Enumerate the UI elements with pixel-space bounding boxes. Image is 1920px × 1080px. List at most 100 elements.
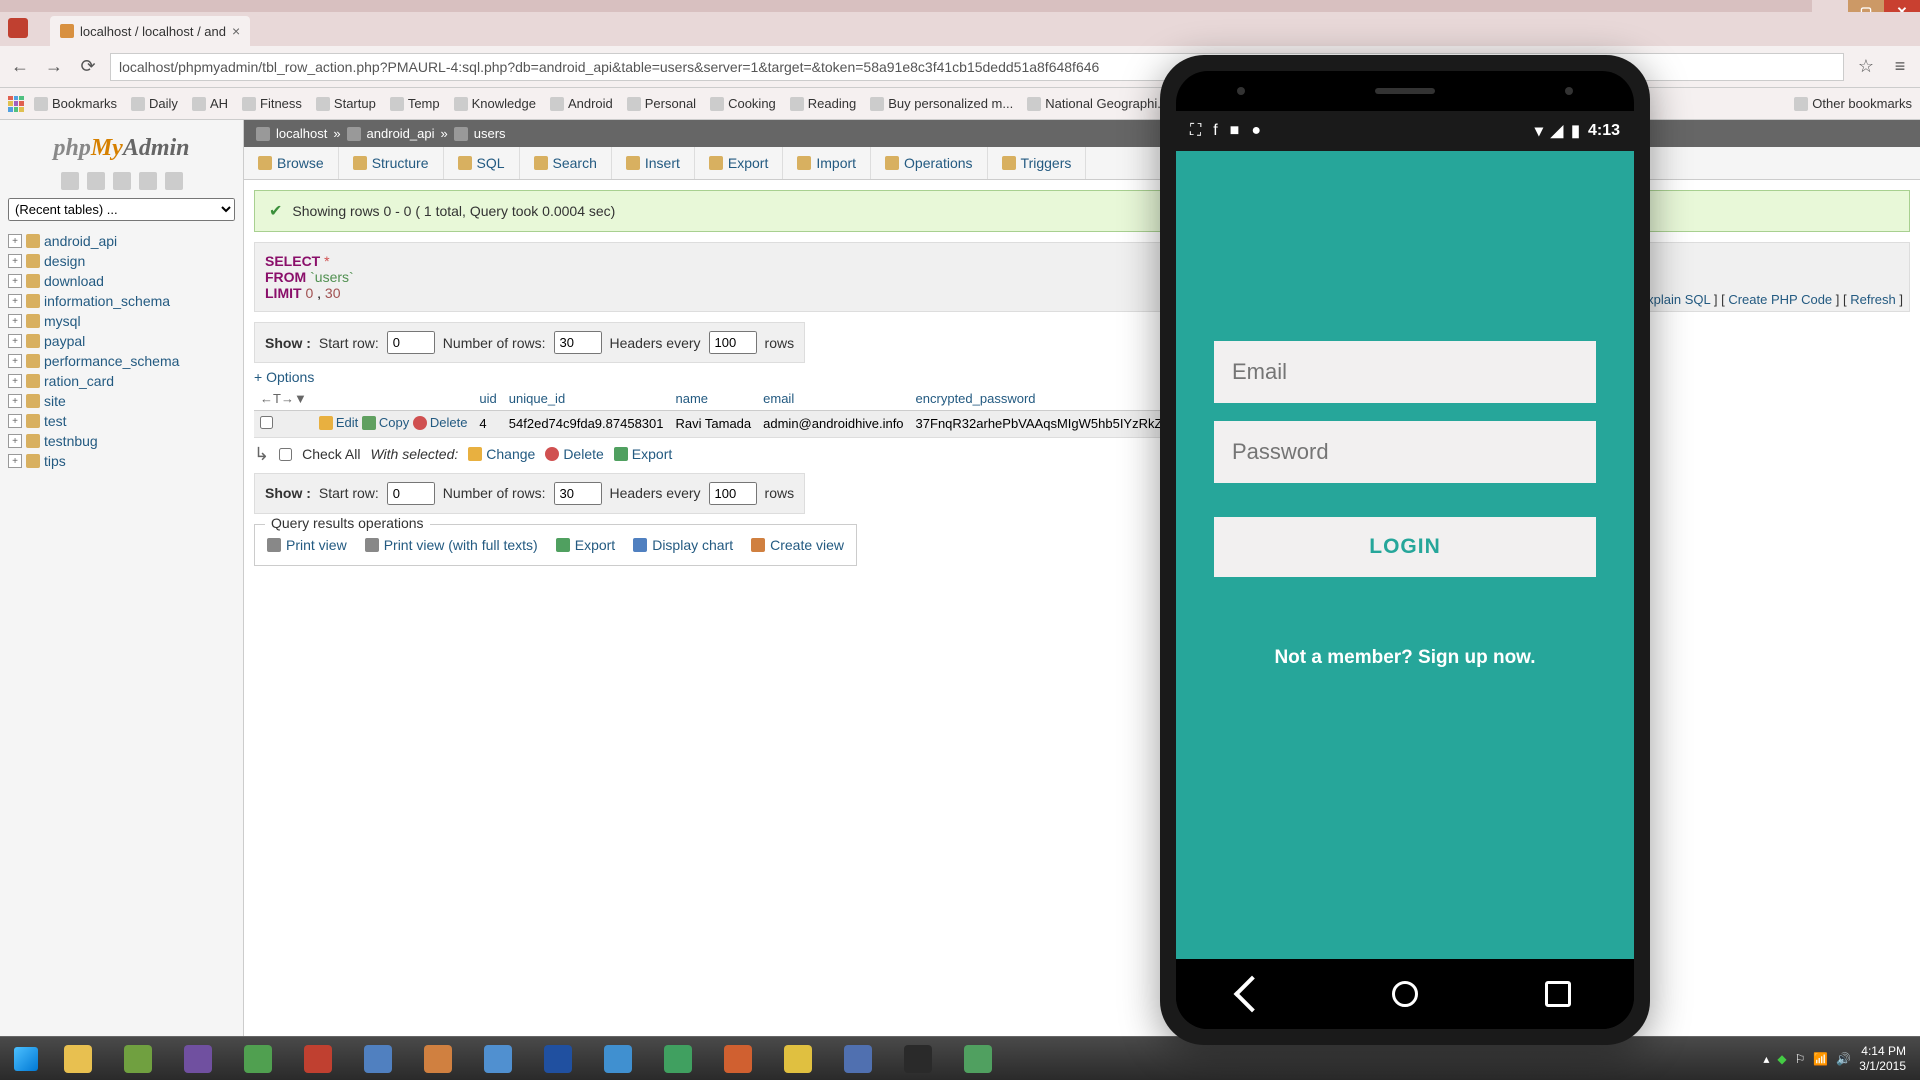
expand-icon[interactable]: + xyxy=(8,354,22,368)
column-header[interactable]: name xyxy=(670,387,758,411)
bookmark-item[interactable]: Startup xyxy=(316,96,376,111)
bookmark-item[interactable]: Personal xyxy=(627,96,696,111)
expand-icon[interactable]: + xyxy=(8,254,22,268)
bookmark-item[interactable]: Android xyxy=(550,96,613,111)
db-tree-item[interactable]: +site xyxy=(8,391,235,411)
start-row-input[interactable] xyxy=(387,331,435,354)
bookmark-item[interactable]: Daily xyxy=(131,96,178,111)
taskbar-app[interactable] xyxy=(469,1040,527,1078)
tab-operations[interactable]: Operations xyxy=(871,147,987,179)
headers-every-input-2[interactable] xyxy=(709,482,757,505)
bookmark-item[interactable]: Knowledge xyxy=(454,96,536,111)
start-button[interactable] xyxy=(4,1041,48,1077)
expand-icon[interactable]: + xyxy=(8,334,22,348)
taskbar-clock[interactable]: 4:14 PM 3/1/2015 xyxy=(1859,1044,1906,1073)
tray-volume-icon[interactable]: 🔊 xyxy=(1836,1052,1851,1066)
start-row-input-2[interactable] xyxy=(387,482,435,505)
expand-icon[interactable]: + xyxy=(8,294,22,308)
taskbar-app[interactable] xyxy=(349,1040,407,1078)
star-icon[interactable]: ☆ xyxy=(1854,55,1878,79)
taskbar-app[interactable] xyxy=(769,1040,827,1078)
browser-tab[interactable]: localhost / localhost / and × xyxy=(50,16,250,46)
taskbar-app[interactable] xyxy=(49,1040,107,1078)
expand-icon[interactable]: + xyxy=(8,234,22,248)
signup-link[interactable]: Not a member? Sign up now. xyxy=(1274,647,1535,669)
taskbar-app[interactable] xyxy=(949,1040,1007,1078)
db-tree-item[interactable]: +information_schema xyxy=(8,291,235,311)
expand-icon[interactable]: + xyxy=(8,414,22,428)
column-header[interactable]: uid xyxy=(473,387,502,411)
db-tree-item[interactable]: +mysql xyxy=(8,311,235,331)
back-button[interactable]: ← xyxy=(8,55,32,79)
taskbar-app[interactable] xyxy=(529,1040,587,1078)
db-tree-item[interactable]: +test xyxy=(8,411,235,431)
num-rows-input[interactable] xyxy=(554,331,602,354)
print-full-link[interactable]: Print view (with full texts) xyxy=(365,537,538,553)
taskbar-app[interactable] xyxy=(409,1040,467,1078)
check-all-checkbox[interactable] xyxy=(279,448,292,461)
db-tree-item[interactable]: +ration_card xyxy=(8,371,235,391)
tab-structure[interactable]: Structure xyxy=(339,147,444,179)
bookmark-item[interactable]: AH xyxy=(192,96,228,111)
db-tree-item[interactable]: +testnbug xyxy=(8,431,235,451)
db-tree-item[interactable]: +performance_schema xyxy=(8,351,235,371)
breadcrumb-db[interactable]: android_api xyxy=(367,126,435,141)
chrome-menu-icon[interactable] xyxy=(8,18,28,38)
tab-insert[interactable]: Insert xyxy=(612,147,695,179)
expand-icon[interactable]: + xyxy=(8,454,22,468)
expand-icon[interactable]: + xyxy=(8,374,22,388)
reload-button[interactable]: ⟳ xyxy=(76,55,100,79)
print-view-link[interactable]: Print view xyxy=(267,537,347,553)
row-checkbox[interactable] xyxy=(260,416,273,429)
num-rows-input-2[interactable] xyxy=(554,482,602,505)
home-icon[interactable] xyxy=(61,172,79,190)
db-tree-item[interactable]: +paypal xyxy=(8,331,235,351)
edit-link[interactable]: Edit xyxy=(319,415,358,430)
column-header[interactable]: email xyxy=(757,387,909,411)
password-field[interactable] xyxy=(1214,421,1596,483)
db-tree-item[interactable]: +download xyxy=(8,271,235,291)
breadcrumb-table[interactable]: users xyxy=(474,126,506,141)
batch-export[interactable]: Export xyxy=(614,446,672,462)
expand-icon[interactable]: + xyxy=(8,434,22,448)
recent-tables-select[interactable]: (Recent tables) ... xyxy=(8,198,235,221)
db-tree-item[interactable]: +tips xyxy=(8,451,235,471)
bookmark-item[interactable]: Fitness xyxy=(242,96,302,111)
copy-link[interactable]: Copy xyxy=(362,415,409,430)
query-icon[interactable] xyxy=(113,172,131,190)
bookmark-item[interactable]: Bookmarks xyxy=(34,96,117,111)
create-view-link[interactable]: Create view xyxy=(751,537,844,553)
column-header[interactable]: encrypted_password xyxy=(910,387,1203,411)
android-back-button[interactable] xyxy=(1234,976,1271,1013)
android-home-button[interactable] xyxy=(1392,981,1418,1007)
tray-up-icon[interactable]: ▴ xyxy=(1763,1052,1769,1066)
tab-export[interactable]: Export xyxy=(695,147,783,179)
db-tree-item[interactable]: +android_api xyxy=(8,231,235,251)
column-header[interactable]: unique_id xyxy=(503,387,670,411)
create-php-link[interactable]: Create PHP Code xyxy=(1728,292,1832,307)
db-tree-item[interactable]: +design xyxy=(8,251,235,271)
tray-network-icon[interactable]: ◆ xyxy=(1777,1052,1786,1066)
breadcrumb-server[interactable]: localhost xyxy=(276,126,327,141)
docs-icon[interactable] xyxy=(139,172,157,190)
delete-link[interactable]: Delete xyxy=(413,415,468,430)
refresh-link[interactable]: Refresh xyxy=(1850,292,1896,307)
taskbar-app[interactable] xyxy=(169,1040,227,1078)
tab-import[interactable]: Import xyxy=(783,147,871,179)
taskbar-app[interactable] xyxy=(589,1040,647,1078)
tab-close-icon[interactable]: × xyxy=(232,23,240,39)
bookmark-item[interactable]: Temp xyxy=(390,96,440,111)
export-op-link[interactable]: Export xyxy=(556,537,615,553)
taskbar-app[interactable] xyxy=(829,1040,887,1078)
headers-every-input[interactable] xyxy=(709,331,757,354)
tab-triggers[interactable]: Triggers xyxy=(988,147,1087,179)
batch-delete[interactable]: Delete xyxy=(545,446,603,462)
taskbar-app[interactable] xyxy=(109,1040,167,1078)
expand-icon[interactable]: + xyxy=(8,394,22,408)
bookmark-item[interactable]: Buy personalized m... xyxy=(870,96,1013,111)
expand-icon[interactable]: + xyxy=(8,274,22,288)
column-header[interactable]: ←T→ ▼ xyxy=(254,387,313,411)
tray-flag-icon[interactable]: ⚐ xyxy=(1795,1052,1806,1066)
forward-button[interactable]: → xyxy=(42,55,66,79)
login-button[interactable]: LOGIN xyxy=(1214,517,1596,577)
